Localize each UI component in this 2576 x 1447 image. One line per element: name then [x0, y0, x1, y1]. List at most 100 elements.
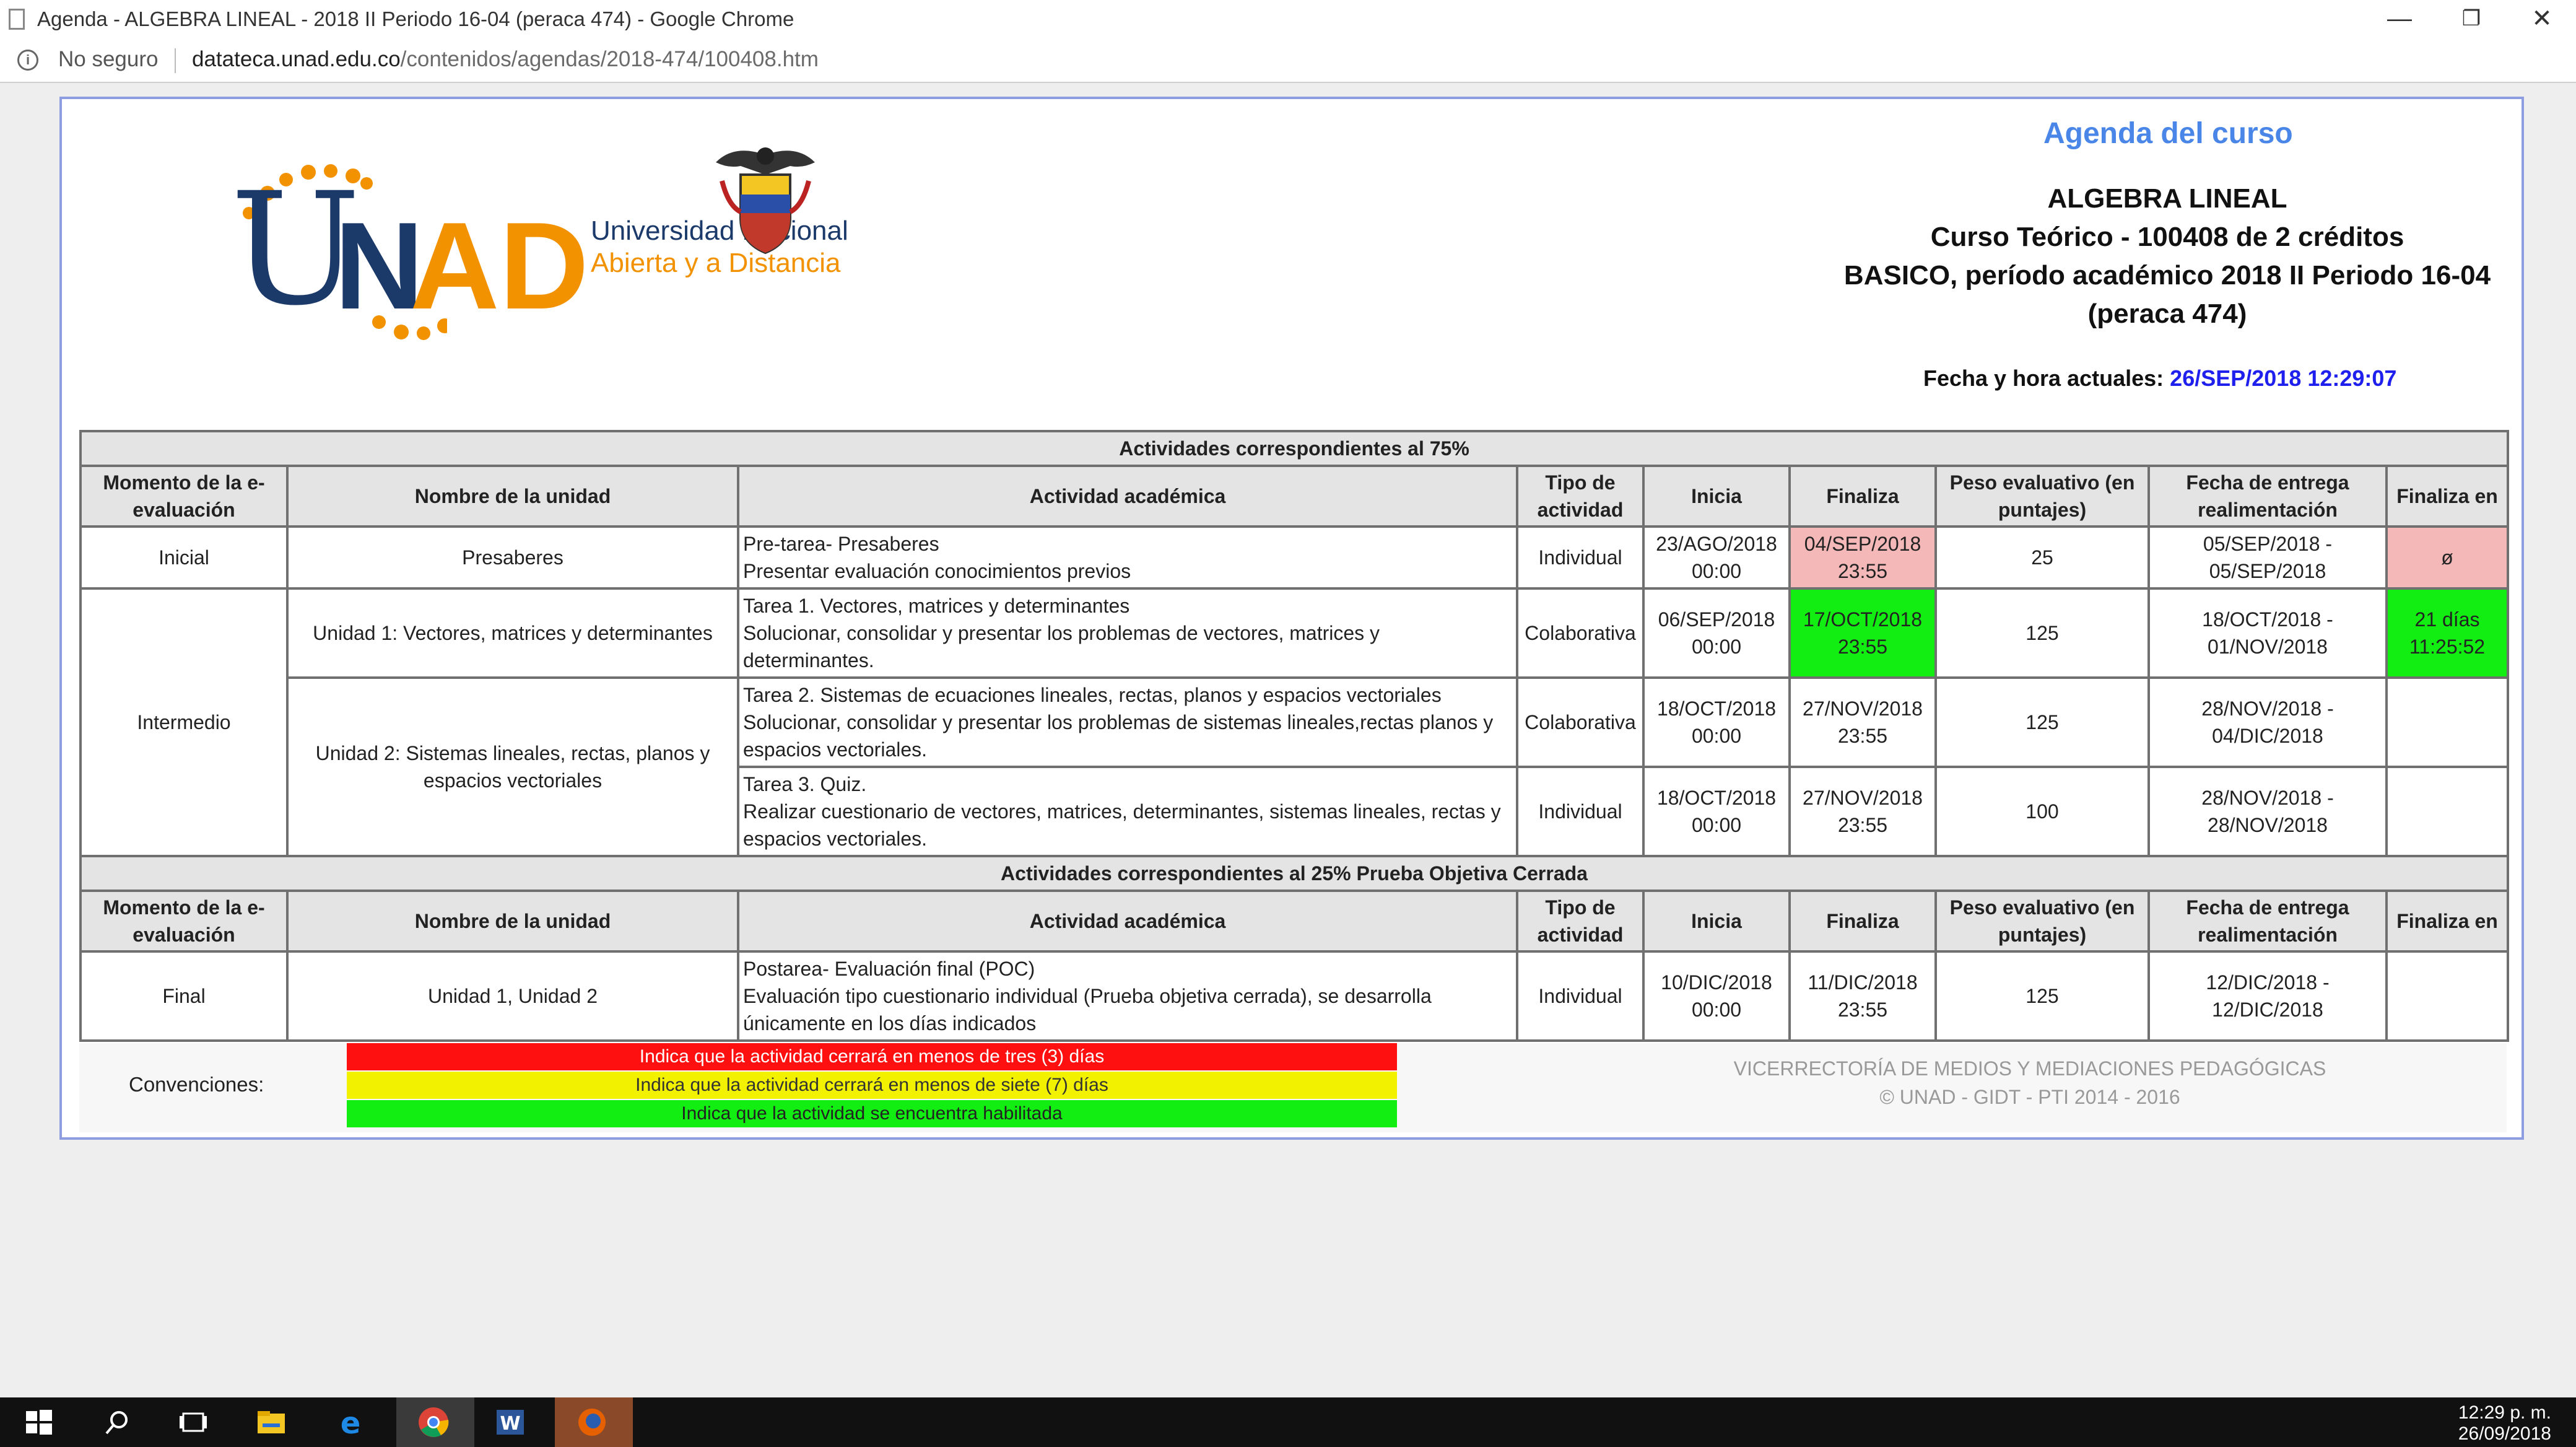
- col-inicia: Inicia: [1642, 465, 1791, 528]
- cell-inicia: 18/OCT/2018 00:00: [1642, 766, 1791, 857]
- course-peraca: (peraca 474): [2087, 299, 2247, 329]
- activity-description: Solucionar, consolidar y presentar los p…: [743, 622, 1380, 671]
- firefox-icon[interactable]: [575, 1405, 609, 1440]
- word-icon[interactable]: W: [493, 1405, 528, 1440]
- current-date: Fecha y hora actuales: 26/SEP/2018 12:29…: [1923, 365, 2396, 391]
- feedback-start: 18/OCT/2018 -: [2202, 608, 2333, 631]
- course-period: BASICO, período académico 2018 II Period…: [1843, 260, 2491, 291]
- cell-unidad: Unidad 2: Sistemas lineales, rectas, pla…: [286, 676, 739, 857]
- security-label[interactable]: No seguro: [58, 47, 158, 72]
- cell-entrega: 05/SEP/2018 - 05/SEP/2018: [2147, 525, 2388, 590]
- table-header-row: Momento de la e-evaluación Nombre de la …: [79, 465, 2509, 528]
- cell-entrega: 12/DIC/2018 - 12/DIC/2018: [2147, 950, 2388, 1042]
- cell-tipo: Individual: [1516, 525, 1645, 590]
- cell-inicia: 23/AGO/2018 00:00: [1642, 525, 1791, 590]
- col-actividad: Actividad académica: [737, 890, 1518, 953]
- col-momento: Momento de la e-evaluación: [79, 890, 289, 953]
- section-title: Actividades correspondientes al 75%: [79, 430, 2509, 467]
- search-icon[interactable]: [99, 1405, 134, 1440]
- restore-button[interactable]: ❐: [2437, 0, 2505, 37]
- minimize-button[interactable]: —: [2365, 0, 2434, 37]
- cell-peso: 25: [1934, 525, 2150, 590]
- url-field[interactable]: datateca.unad.edu.co/contenidos/agendas/…: [192, 47, 819, 72]
- cell-actividad: Pre-tarea- Presaberes Presentar evaluaci…: [737, 525, 1518, 590]
- table-row: Intermedio Unidad 1: Vectores, matrices …: [79, 587, 2509, 857]
- col-actividad: Actividad académica: [737, 465, 1518, 528]
- col-inicia: Inicia: [1642, 890, 1791, 953]
- start-date: 06/SEP/2018: [1658, 608, 1775, 631]
- file-explorer-icon[interactable]: [254, 1405, 289, 1440]
- activity-description: Realizar cuestionario de vectores, matri…: [743, 800, 1501, 850]
- edge-icon[interactable]: e: [333, 1405, 368, 1440]
- table-row: Inicial Presaberes Pre-tarea- Presaberes…: [79, 525, 2509, 590]
- section-header-25: Actividades correspondientes al 25% Prue…: [79, 855, 2509, 892]
- cell-actividad: Postarea- Evaluación final (POC) Evaluac…: [737, 950, 1518, 1042]
- table-row: Unidad 2: Sistemas lineales, rectas, pla…: [80, 676, 2509, 857]
- col-finaliza-en: Finaliza en: [2385, 890, 2509, 953]
- activity-title: Pre-tarea- Presaberes: [743, 533, 939, 555]
- windows-start-icon[interactable]: [21, 1405, 56, 1440]
- svg-text:e: e: [341, 1406, 361, 1440]
- col-peso: Peso evaluativo (en puntajes): [1934, 465, 2150, 528]
- current-date-label: Fecha y hora actuales:: [1923, 365, 2170, 391]
- col-entrega: Fecha de entrega realimentación: [2147, 890, 2388, 953]
- start-time: 00:00: [1691, 814, 1742, 836]
- cell-peso: 125: [1934, 950, 2150, 1042]
- cell-finaliza: 27/NOV/2018 23:55: [1788, 676, 1937, 768]
- svg-text:W: W: [500, 1413, 520, 1435]
- cell-finaliza-en: 21 días 11:25:52: [2385, 587, 2509, 679]
- address-separator: [175, 48, 176, 73]
- cell-actividad: Tarea 3. Quiz. Realizar cuestionario de …: [737, 766, 1518, 857]
- info-icon[interactable]: i: [17, 50, 38, 71]
- end-date: 11/DIC/2018: [1808, 971, 1918, 994]
- url-path: /contenidos/agendas/2018-474/100408.htm: [400, 47, 819, 71]
- feedback-start: 28/NOV/2018 -: [2201, 697, 2334, 720]
- col-finaliza-en: Finaliza en: [2385, 465, 2509, 528]
- feedback-start: 28/NOV/2018 -: [2201, 787, 2334, 809]
- cell-finaliza: 17/OCT/2018 23:55: [1788, 587, 1937, 679]
- cell-peso: 125: [1934, 587, 2150, 679]
- task-view-icon[interactable]: [176, 1405, 211, 1440]
- feedback-end: 05/SEP/2018: [2209, 560, 2326, 582]
- chrome-icon[interactable]: [416, 1405, 451, 1440]
- end-date: 27/NOV/2018: [1803, 697, 1923, 720]
- cell-peso: 100: [1934, 766, 2150, 857]
- feedback-start: 12/DIC/2018 -: [2206, 971, 2330, 994]
- activity-description: Evaluación tipo cuestionario individual …: [743, 985, 1432, 1034]
- cell-inicia: 06/SEP/2018 00:00: [1642, 587, 1791, 679]
- feedback-end: 12/DIC/2018: [2212, 999, 2323, 1021]
- cell-finaliza: 04/SEP/2018 23:55: [1788, 525, 1937, 590]
- activity-title: Tarea 1. Vectores, matrices y determinan…: [743, 595, 1130, 617]
- cell-finaliza-en: [2385, 766, 2509, 857]
- activity-description: Presentar evaluación conocimientos previ…: [743, 560, 1131, 582]
- activity-title: Postarea- Evaluación final (POC): [743, 958, 1035, 980]
- section-header-75: Actividades correspondientes al 75%: [79, 430, 2509, 467]
- colombia-coat-of-arms-icon: [716, 147, 815, 255]
- cell-finaliza: 11/DIC/2018 23:55: [1788, 950, 1937, 1042]
- cell-finaliza-en: [2385, 950, 2509, 1042]
- cell-entrega: 18/OCT/2018 - 01/NOV/2018: [2147, 587, 2388, 679]
- start-date: 10/DIC/2018: [1661, 971, 1772, 994]
- feedback-end: 28/NOV/2018: [2208, 814, 2328, 836]
- cell-actividad: Tarea 2. Sistemas de ecuaciones lineales…: [737, 676, 1518, 768]
- col-unidad: Nombre de la unidad: [286, 465, 739, 528]
- convention-red: Indica que la actividad cerrará en menos…: [347, 1043, 1397, 1070]
- system-clock[interactable]: 12:29 p. m. 26/09/2018: [2458, 1402, 2551, 1445]
- window-title: Agenda - ALGEBRA LINEAL - 2018 II Period…: [37, 7, 794, 30]
- feedback-start: 05/SEP/2018 -: [2203, 533, 2333, 555]
- cell-momento: Inicial: [79, 525, 289, 590]
- agenda-table: Actividades correspondientes al 75% Mome…: [79, 430, 2509, 1042]
- page-icon: [9, 9, 25, 30]
- cell-peso: 125: [1934, 676, 2150, 768]
- end-time: 23:55: [1837, 725, 1888, 747]
- taskbar: e W 12:29 p. m. 26/09/2018: [0, 1397, 2576, 1447]
- cell-finaliza: 27/NOV/2018 23:55: [1788, 766, 1937, 857]
- close-button[interactable]: ✕: [2508, 0, 2576, 37]
- agenda-title: Agenda del curso: [2043, 117, 2293, 150]
- activity-description: Solucionar, consolidar y presentar los p…: [743, 711, 1494, 761]
- cell-entrega: 28/NOV/2018 - 04/DIC/2018: [2147, 676, 2388, 768]
- cell-inicia: 10/DIC/2018 00:00: [1642, 950, 1791, 1042]
- course-info: ALGEBRA LINEAL Curso Teórico - 100408 de…: [1821, 180, 2514, 333]
- course-name: ALGEBRA LINEAL: [2047, 183, 2287, 214]
- agenda-page: U N AD Universidad Nacional Abierta y a …: [59, 97, 2524, 1140]
